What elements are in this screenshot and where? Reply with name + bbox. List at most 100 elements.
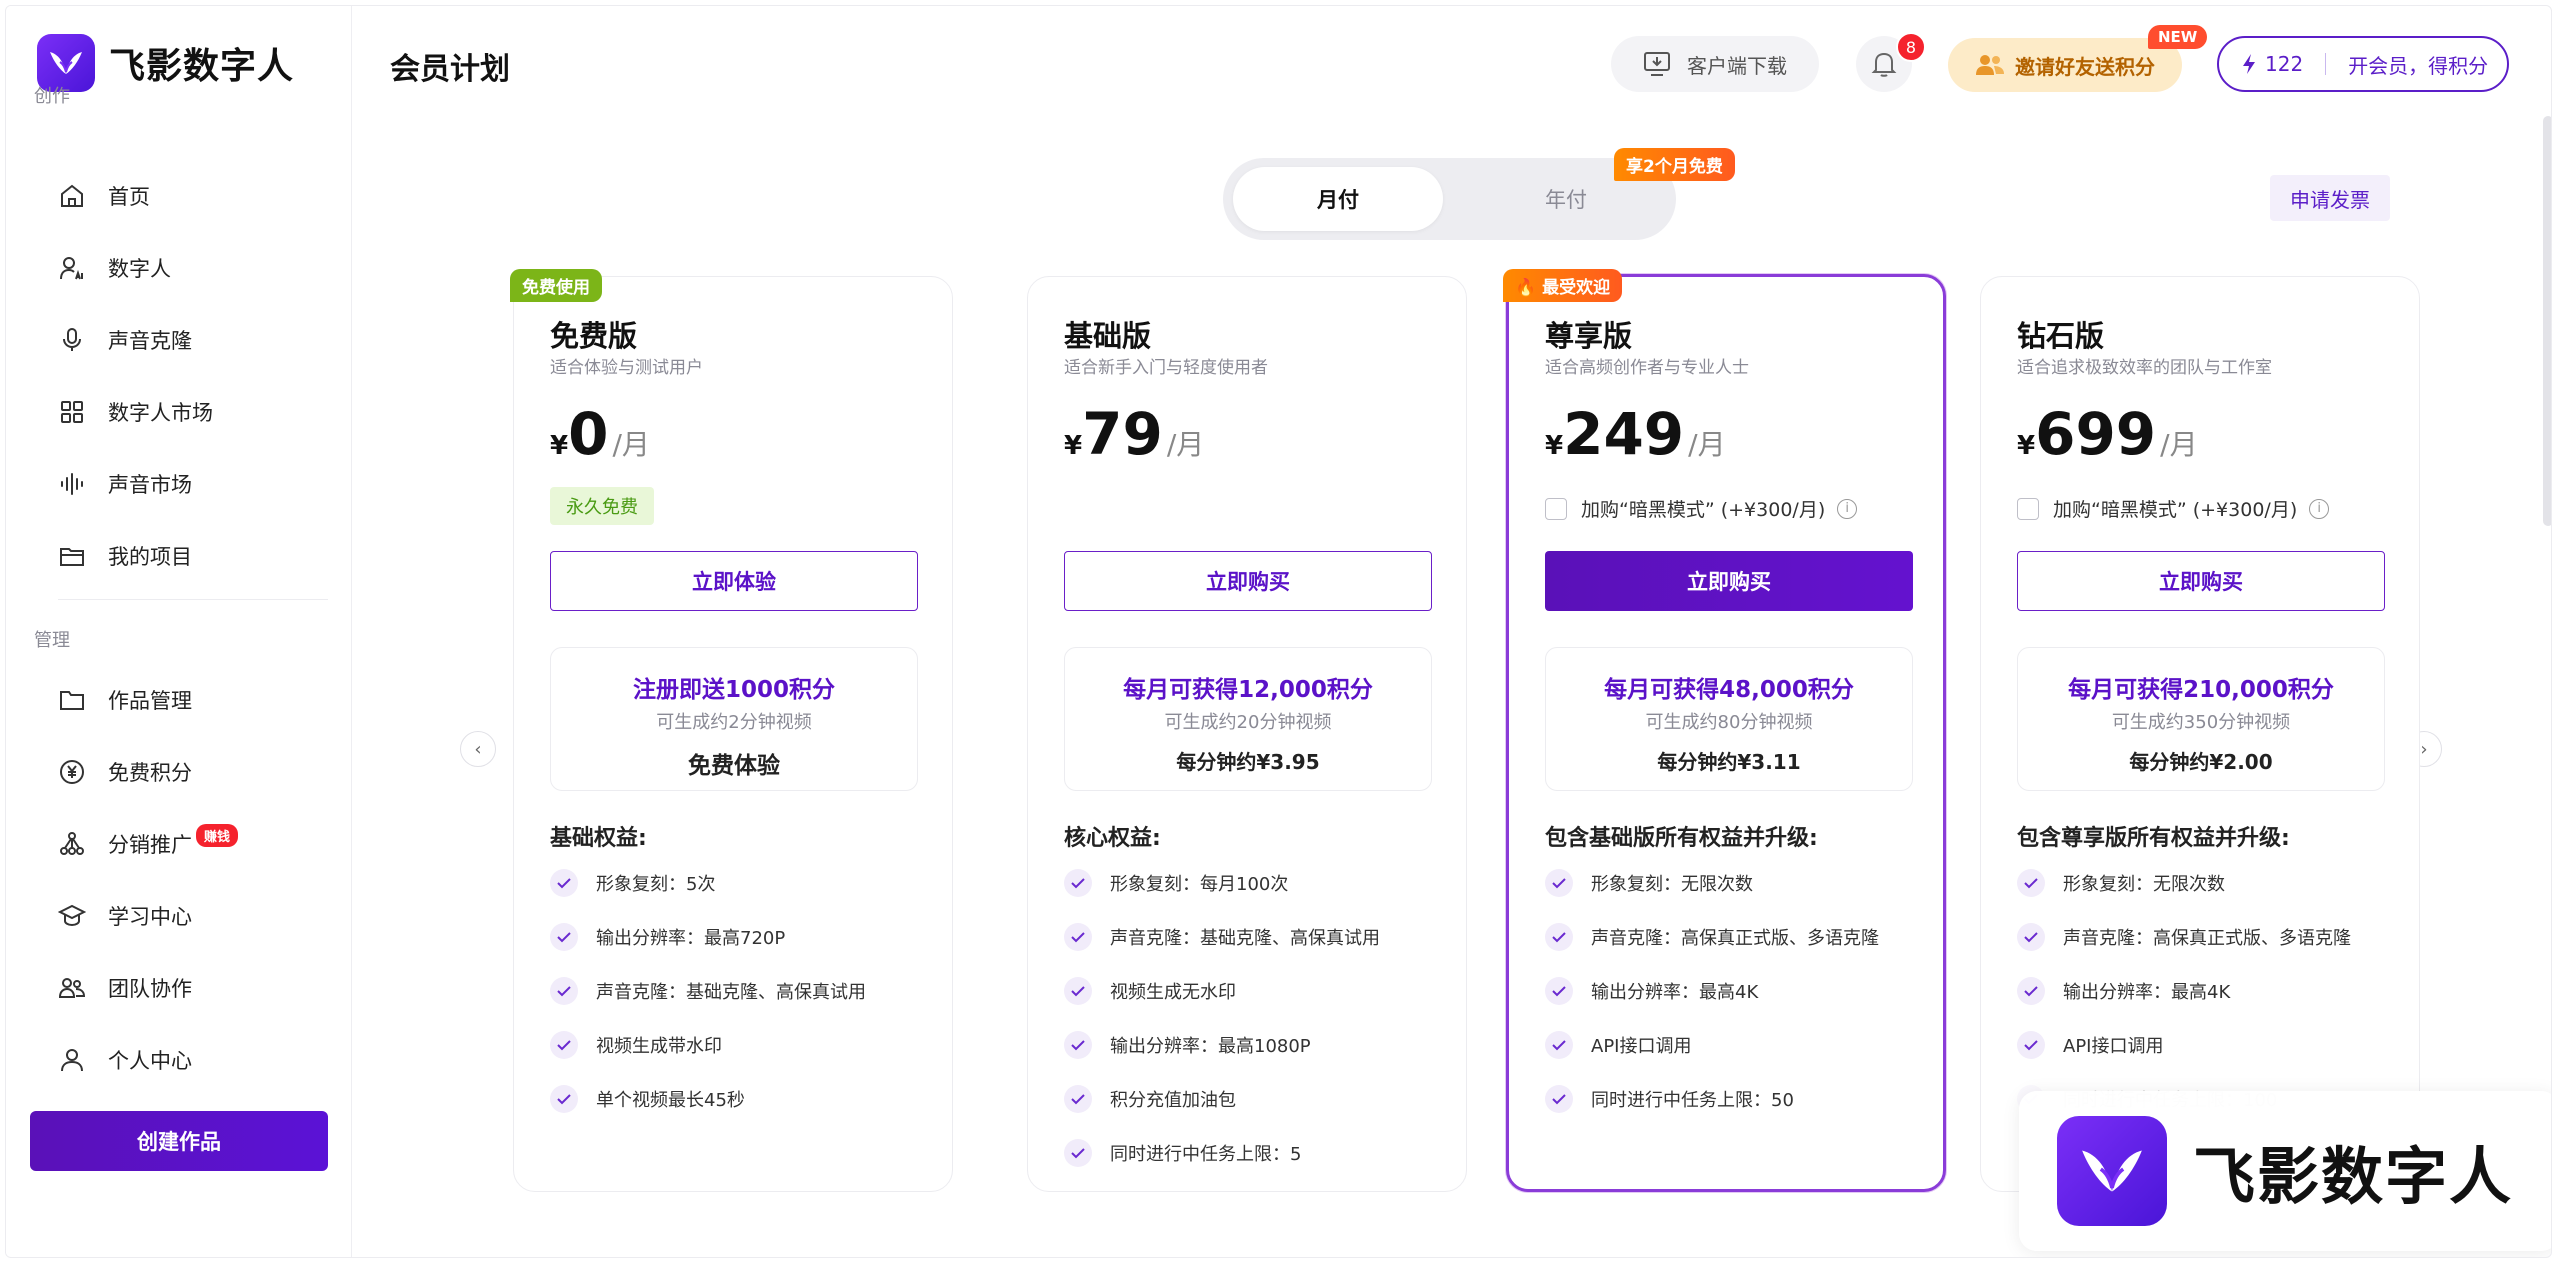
tab-monthly[interactable]: 月付 — [1233, 167, 1443, 231]
create-work-button[interactable]: 创建作品 — [30, 1111, 328, 1171]
benefits-title: 包含尊享版所有权益并升级: — [2017, 826, 2290, 851]
sidebar-item-free-points[interactable]: 免费积分 — [58, 744, 328, 800]
folder-open-icon — [58, 542, 86, 570]
sidebar-item-profile[interactable]: 个人中心 — [58, 1032, 328, 1088]
benefit-item: 形象复刻：5次 — [550, 867, 715, 899]
check-icon — [550, 1085, 578, 1113]
sidebar-item-label: 作品管理 — [108, 689, 192, 713]
grid-icon — [58, 398, 86, 426]
benefit-item: 形象复刻：无限次数 — [1545, 867, 1753, 899]
check-icon — [1545, 923, 1573, 951]
currency: ¥ — [550, 431, 569, 461]
check-icon — [1545, 977, 1573, 1005]
sidebar-divider — [58, 599, 328, 600]
graduation-cap-icon — [58, 902, 86, 930]
invite-friends-button[interactable]: 邀请好友送积分 — [1948, 38, 2182, 92]
check-icon — [1545, 1031, 1573, 1059]
sidebar-item-voice-market[interactable]: 声音市场 — [58, 456, 328, 512]
benefit-text: 声音克隆：高保真正式版、多语克隆 — [2063, 928, 2351, 949]
share-network-icon — [58, 830, 86, 858]
sidebar-item-digital-human[interactable]: 数字人 — [58, 240, 328, 296]
plan-desc: 适合体验与测试用户 — [550, 358, 703, 378]
watermark-brand-name: 飞影数字人 — [2193, 1140, 2514, 1213]
page-scrollbar[interactable] — [2543, 116, 2551, 526]
sidebar-item-team[interactable]: 团队协作 — [58, 960, 328, 1016]
currency: ¥ — [1064, 431, 1083, 461]
carousel-prev-button[interactable]: ‹ — [460, 731, 496, 767]
bell-icon — [1871, 52, 1897, 77]
sidebar-item-label: 团队协作 — [108, 977, 192, 1001]
sidebar-item-voice-clone[interactable]: 声音克隆 — [58, 312, 328, 368]
most-popular-tag: 🔥 最受欢迎 — [1503, 269, 1623, 302]
plan-name: 基础版 — [1064, 319, 1152, 353]
sidebar-item-learning[interactable]: 学习中心 — [58, 888, 328, 944]
sidebar-item-my-projects[interactable]: 我的项目 — [58, 528, 328, 584]
sidebar-item-works[interactable]: 作品管理 — [58, 672, 328, 728]
benefit-text: API接口调用 — [1591, 1036, 1692, 1057]
team-icon — [58, 974, 86, 1002]
benefit-text: 输出分辨率：最高720P — [596, 928, 786, 949]
benefit-text: 视频生成无水印 — [1110, 982, 1236, 1003]
buy-now-button[interactable]: 立即购买 — [2017, 551, 2385, 611]
brand-logo[interactable]: 飞影数字人 — [37, 34, 294, 92]
plan-name: 尊享版 — [1545, 319, 1633, 353]
plan-card-diamond: 钻石版 适合追求极致效率的团队与工作室 ¥ 699 /月 加购“暗黑模式” (+… — [1980, 276, 2420, 1192]
plan-price: ¥ 79 /月 — [1064, 405, 1204, 463]
benefit-text: 形象复刻：每月100次 — [1110, 874, 1289, 895]
addon-checkbox[interactable] — [2017, 497, 2039, 520]
price-value: 79 — [1082, 400, 1163, 468]
membership-points-button[interactable]: 122 开会员，得积分 — [2217, 36, 2509, 92]
sidebar-item-label: 数字人市场 — [108, 401, 213, 425]
check-icon — [1064, 1085, 1092, 1113]
benefit-item: 声音克隆：高保真正式版、多语克隆 — [2017, 921, 2351, 953]
dark-mode-addon[interactable]: 加购“暗黑模式” (+¥300/月) i — [1545, 495, 1858, 522]
price-value: 249 — [1563, 400, 1685, 468]
benefit-text: 声音克隆：高保真正式版、多语克隆 — [1591, 928, 1879, 949]
buy-now-button[interactable]: 立即购买 — [1064, 551, 1432, 611]
rate: 每分钟约¥2.00 — [2129, 750, 2273, 774]
waveform-icon — [58, 470, 86, 498]
earn-badge: 赚钱 — [196, 823, 239, 847]
benefit-item: 视频生成带水印 — [550, 1029, 722, 1061]
home-icon — [58, 182, 86, 210]
benefit-item: 声音克隆：基础克隆、高保真试用 — [1064, 921, 1380, 953]
price-unit: /月 — [612, 428, 650, 461]
try-now-button[interactable]: 立即体验 — [550, 551, 918, 611]
check-icon — [550, 1031, 578, 1059]
benefits-title: 包含基础版所有权益并升级: — [1545, 826, 1818, 851]
benefit-text: 输出分辨率：最高4K — [2063, 982, 2231, 1003]
addon-checkbox[interactable] — [1545, 497, 1567, 520]
plan-name: 免费版 — [550, 319, 638, 353]
section-label-create: 创作 — [34, 86, 70, 107]
buy-now-button[interactable]: 立即购买 — [1545, 551, 1913, 611]
points-sub: 可生成约350分钟视频 — [2111, 712, 2291, 733]
most-popular-label: 最受欢迎 — [1542, 278, 1611, 298]
plan-price: ¥ 249 /月 — [1545, 405, 1726, 463]
benefit-text: 单个视频最长45秒 — [596, 1090, 745, 1111]
sidebar-item-home[interactable]: 首页 — [58, 168, 328, 224]
points-amount: 每月可获得12,000积分 — [1123, 677, 1373, 703]
chevron-left-icon: ‹ — [474, 738, 482, 760]
dark-mode-addon[interactable]: 加购“暗黑模式” (+¥300/月) i — [2017, 495, 2330, 522]
info-icon[interactable]: i — [1837, 498, 1858, 519]
invite-users-icon — [1976, 55, 2004, 75]
points-sub: 可生成约20分钟视频 — [1164, 712, 1332, 733]
plan-card-free: 免费使用 免费版 适合体验与测试用户 ¥ 0 /月 永久免费 立即体验 注册即送… — [510, 269, 953, 1192]
check-icon — [2017, 869, 2045, 897]
free-use-tag: 免费使用 — [510, 269, 602, 302]
sidebar-item-affiliate[interactable]: 分销推广 赚钱 — [58, 816, 328, 872]
user-icon — [58, 1046, 86, 1074]
points-amount: 每月可获得210,000积分 — [2068, 677, 2334, 703]
points-box: 注册即送1000积分 可生成约2分钟视频 免费体验 — [550, 647, 918, 791]
benefits-title: 基础权益: — [550, 826, 647, 851]
check-icon — [550, 869, 578, 897]
invoice-button[interactable]: 申请发票 — [2270, 175, 2390, 221]
plan-card-premium: 🔥 最受欢迎 尊享版 适合高频创作者与专业人士 ¥ 249 /月 加购“暗黑模式… — [1503, 269, 1946, 1192]
client-download-button[interactable]: 客户端下载 — [1611, 36, 1819, 92]
info-icon[interactable]: i — [2309, 498, 2330, 519]
points-balance: 122 — [2265, 52, 2304, 76]
watermark-logo-icon — [2057, 1116, 2167, 1226]
chevron-right-icon: › — [2420, 738, 2428, 760]
benefit-text: API接口调用 — [2063, 1036, 2164, 1057]
sidebar-item-avatar-market[interactable]: 数字人市场 — [58, 384, 328, 440]
